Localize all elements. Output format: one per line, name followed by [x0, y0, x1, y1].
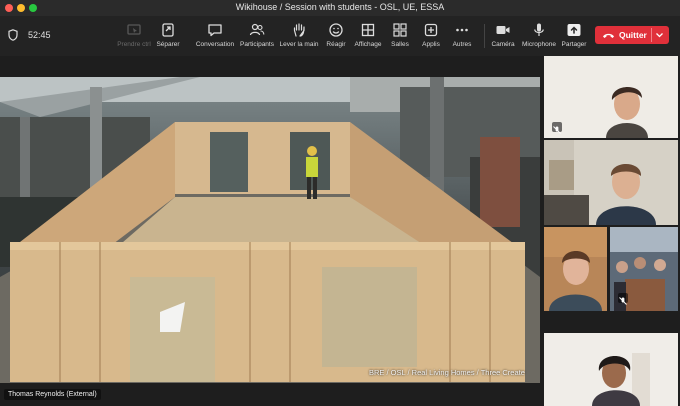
- toolbar-separator: [484, 24, 485, 48]
- view-label: Affichage: [354, 41, 382, 48]
- shield-icon[interactable]: [8, 29, 18, 41]
- split-icon: [162, 23, 174, 37]
- remote-control-button[interactable]: Prendre ctrl: [114, 20, 154, 54]
- camera-label: Caméra: [491, 41, 515, 48]
- raise-hand-button[interactable]: Lever la main: [279, 20, 319, 54]
- share-icon: [567, 24, 581, 36]
- microphone-button[interactable]: Microphone: [521, 20, 557, 54]
- more-icon: [456, 28, 468, 32]
- quit-divider: [651, 28, 652, 42]
- mic-muted-icon: [552, 122, 562, 134]
- more-label: Autres: [452, 41, 472, 48]
- participant-video: [544, 140, 678, 225]
- participant-video: [544, 56, 678, 138]
- raise-hand-label: Lever la main: [279, 41, 319, 48]
- meeting-toolbar: 52:45 Prendre ctrl Séparer Conversation …: [0, 16, 680, 56]
- speaker-name-label: Thomas Reynolds (External): [4, 389, 101, 400]
- participant-video: [544, 227, 607, 311]
- react-label: Réagir: [326, 41, 346, 48]
- camera-icon: [496, 26, 510, 34]
- share-button[interactable]: Partager: [560, 20, 588, 54]
- split-button[interactable]: Séparer: [152, 20, 184, 54]
- more-button[interactable]: Autres: [451, 20, 473, 54]
- smiley-icon: [329, 23, 343, 37]
- remote-control-icon: [127, 24, 141, 35]
- meeting-timer: 52:45: [28, 30, 51, 40]
- microphone-icon: [534, 23, 544, 36]
- participant-tile[interactable]: [544, 140, 678, 225]
- chat-icon: [208, 24, 222, 37]
- participant-tile[interactable]: [610, 227, 678, 311]
- chevron-down-icon[interactable]: [655, 31, 664, 39]
- chat-button[interactable]: Conversation: [195, 20, 235, 54]
- apps-icon: [424, 23, 438, 37]
- hang-up-icon: [603, 33, 614, 38]
- chat-label: Conversation: [195, 41, 235, 48]
- grid-icon: [361, 23, 375, 37]
- participants-icon: [249, 23, 265, 36]
- participants-label: Participants: [240, 41, 274, 48]
- microphone-label: Microphone: [522, 41, 556, 48]
- share-label: Partager: [561, 41, 587, 48]
- react-button[interactable]: Réagir: [325, 20, 347, 54]
- quit-button[interactable]: Quitter: [595, 26, 669, 44]
- remote-control-label: Prendre ctrl: [117, 41, 151, 48]
- video-watermark: BRE / OSL / Real Living Homes / Three Cr…: [369, 368, 525, 377]
- participant-tile[interactable]: [544, 56, 678, 138]
- rooms-button[interactable]: Salles: [389, 20, 411, 54]
- apps-label: Applis: [422, 41, 440, 48]
- participant-tile[interactable]: [544, 333, 678, 406]
- window-title: Wikihouse / Session with students - OSL,…: [235, 2, 445, 12]
- participant-tile[interactable]: [544, 227, 607, 311]
- mic-muted-icon: [618, 293, 628, 305]
- participants-button[interactable]: Participants: [238, 20, 276, 54]
- rooms-icon: [393, 23, 407, 37]
- main-video[interactable]: [0, 77, 540, 383]
- camera-button[interactable]: Caméra: [490, 20, 516, 54]
- quit-label: Quitter: [619, 30, 647, 40]
- rooms-label: Salles: [391, 41, 409, 48]
- split-label: Séparer: [156, 41, 180, 48]
- raise-hand-icon: [293, 23, 305, 37]
- participant-video: [544, 333, 678, 406]
- view-button[interactable]: Affichage: [353, 20, 383, 54]
- window-titlebar: Wikihouse / Session with students - OSL,…: [0, 0, 680, 16]
- apps-button[interactable]: Applis: [420, 20, 442, 54]
- construction-scene-image: [0, 77, 540, 383]
